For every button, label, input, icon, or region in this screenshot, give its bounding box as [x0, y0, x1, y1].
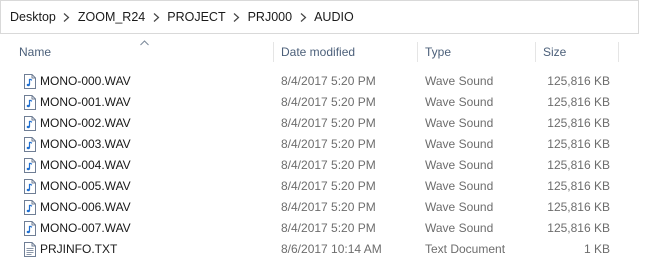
file-name: MONO-005.WAV — [40, 179, 131, 193]
file-type: Wave Sound — [425, 200, 494, 214]
chevron-right-icon[interactable] — [292, 10, 314, 24]
file-size: 125,816 KB — [547, 95, 610, 109]
file-name: MONO-002.WAV — [40, 116, 131, 130]
file-type: Wave Sound — [425, 74, 494, 88]
chevron-right-icon[interactable] — [56, 10, 78, 24]
column-divider[interactable] — [618, 42, 619, 62]
audio-file-icon — [24, 179, 36, 194]
file-type: Wave Sound — [425, 95, 494, 109]
file-name: MONO-007.WAV — [40, 221, 131, 235]
breadcrumb-zoom-r24[interactable]: ZOOM_R24 — [78, 10, 145, 24]
file-size: 125,816 KB — [547, 116, 610, 130]
file-name: MONO-001.WAV — [40, 95, 131, 109]
file-date-modified: 8/4/2017 5:20 PM — [281, 179, 376, 193]
file-type: Wave Sound — [425, 179, 494, 193]
file-name: MONO-000.WAV — [40, 74, 131, 88]
audio-file-icon — [24, 116, 36, 131]
file-row[interactable]: PRJINFO.TXT 8/6/2017 10:14 AM Text Documen… — [0, 239, 620, 260]
file-row[interactable]: MONO-006.WAV 8/4/2017 5:20 PM Wave Sound 12… — [0, 197, 620, 218]
file-date-modified: 8/4/2017 5:20 PM — [281, 116, 376, 130]
column-header-name[interactable]: Name — [12, 40, 272, 64]
breadcrumb-project[interactable]: PROJECT — [167, 10, 225, 24]
file-row[interactable]: MONO-000.WAV 8/4/2017 5:20 PM Wave Sound 12… — [0, 71, 620, 92]
file-name: MONO-003.WAV — [40, 137, 131, 151]
chevron-right-icon[interactable] — [145, 10, 167, 24]
file-date-modified: 8/4/2017 5:20 PM — [281, 200, 376, 214]
audio-file-icon — [24, 158, 36, 173]
file-size: 125,816 KB — [547, 74, 610, 88]
file-type: Wave Sound — [425, 137, 494, 151]
file-size: 125,816 KB — [547, 200, 610, 214]
file-list: MONO-000.WAV 8/4/2017 5:20 PM Wave Sound 12… — [0, 71, 620, 260]
file-date-modified: 8/6/2017 10:14 AM — [281, 242, 382, 256]
file-type: Wave Sound — [425, 221, 494, 235]
column-header-date-modified[interactable]: Date modified — [274, 40, 417, 64]
file-row[interactable]: MONO-002.WAV 8/4/2017 5:20 PM Wave Sound 12… — [0, 113, 620, 134]
file-row[interactable]: MONO-001.WAV 8/4/2017 5:20 PM Wave Sound 12… — [0, 92, 620, 113]
file-name: MONO-004.WAV — [40, 158, 131, 172]
file-size: 125,816 KB — [547, 137, 610, 151]
file-date-modified: 8/4/2017 5:20 PM — [281, 158, 376, 172]
file-size: 1 KB — [583, 242, 610, 256]
file-size: 125,816 KB — [547, 179, 610, 193]
column-header-type[interactable]: Type — [418, 40, 535, 64]
audio-file-icon — [24, 95, 36, 110]
column-header-size[interactable]: Size — [536, 40, 618, 64]
audio-file-icon — [24, 137, 36, 152]
file-row[interactable]: MONO-004.WAV 8/4/2017 5:20 PM Wave Sound 12… — [0, 155, 620, 176]
file-size: 125,816 KB — [547, 158, 610, 172]
breadcrumb-audio[interactable]: AUDIO — [314, 10, 354, 24]
file-date-modified: 8/4/2017 5:20 PM — [281, 95, 376, 109]
audio-file-icon — [24, 74, 36, 89]
text-file-icon — [24, 242, 36, 257]
address-bar[interactable]: Desktop ZOOM_R24 PROJECT PRJ000 AUDIO — [0, 0, 639, 34]
file-size: 125,816 KB — [547, 221, 610, 235]
file-row[interactable]: MONO-003.WAV 8/4/2017 5:20 PM Wave Sound 12… — [0, 134, 620, 155]
file-date-modified: 8/4/2017 5:20 PM — [281, 137, 376, 151]
file-date-modified: 8/4/2017 5:20 PM — [281, 74, 376, 88]
breadcrumb-prj000[interactable]: PRJ000 — [248, 10, 292, 24]
file-type: Text Document — [425, 242, 506, 256]
audio-file-icon — [24, 200, 36, 215]
audio-file-icon — [24, 221, 36, 236]
column-header-bar: Name Date modified Type Size — [0, 40, 651, 64]
file-type: Wave Sound — [425, 116, 494, 130]
file-type: Wave Sound — [425, 158, 494, 172]
breadcrumb-desktop[interactable]: Desktop — [10, 10, 56, 24]
chevron-right-icon[interactable] — [226, 10, 248, 24]
file-name: MONO-006.WAV — [40, 200, 131, 214]
file-row[interactable]: MONO-005.WAV 8/4/2017 5:20 PM Wave Sound 12… — [0, 176, 620, 197]
file-row[interactable]: MONO-007.WAV 8/4/2017 5:20 PM Wave Sound 12… — [0, 218, 620, 239]
file-name: PRJINFO.TXT — [40, 242, 118, 256]
file-date-modified: 8/4/2017 5:20 PM — [281, 221, 376, 235]
